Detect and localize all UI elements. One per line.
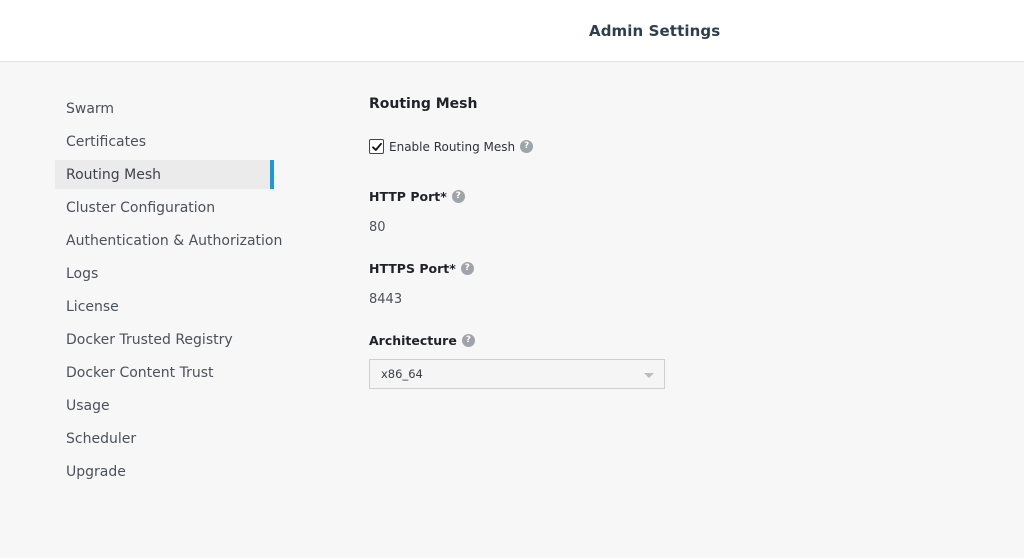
- sidebar-item-label: Certificates: [66, 133, 147, 150]
- help-icon[interactable]: ?: [460, 262, 474, 275]
- enable-routing-mesh-label: Enable Routing Mesh: [389, 139, 516, 154]
- architecture-select[interactable]: x86_64: [369, 359, 665, 389]
- sidebar-item-label: Docker Trusted Registry: [66, 331, 233, 348]
- sidebar-item-label: Scheduler: [66, 430, 137, 447]
- settings-sidebar: Swarm Certificates Routing Mesh Cluster …: [55, 94, 282, 490]
- https-port-label-text: HTTPS Port*: [369, 261, 456, 276]
- sidebar-item-logs[interactable]: Logs: [55, 259, 274, 288]
- routing-mesh-panel: Routing Mesh Enable Routing Mesh ? HTTP …: [369, 94, 789, 389]
- sidebar-item-label: Logs: [66, 265, 99, 282]
- enable-routing-mesh-checkbox[interactable]: [369, 139, 384, 154]
- architecture-label: Architecture ?: [369, 333, 475, 348]
- sidebar-item-label: Upgrade: [66, 463, 126, 480]
- sidebar-item-certificates[interactable]: Certificates: [55, 127, 274, 156]
- http-port-value: 80: [369, 220, 386, 235]
- help-icon[interactable]: ?: [461, 334, 475, 347]
- sidebar-item-swarm[interactable]: Swarm: [55, 94, 274, 123]
- https-port-label: HTTPS Port* ?: [369, 261, 474, 276]
- sidebar-item-label: Usage: [66, 397, 110, 414]
- sidebar-item-routing-mesh[interactable]: Routing Mesh: [55, 160, 274, 189]
- sidebar-item-label: Routing Mesh: [66, 166, 161, 183]
- sidebar-item-usage[interactable]: Usage: [55, 391, 274, 420]
- architecture-label-text: Architecture: [369, 333, 457, 348]
- sidebar-item-label: Authentication & Authorization: [66, 232, 283, 249]
- sidebar-item-license[interactable]: License: [55, 292, 274, 321]
- checkmark-icon: [371, 142, 382, 151]
- https-port-value: 8443: [369, 292, 403, 307]
- chevron-down-icon: [644, 373, 654, 378]
- sidebar-item-docker-trusted-registry[interactable]: Docker Trusted Registry: [55, 325, 274, 354]
- http-port-label-text: HTTP Port*: [369, 189, 447, 204]
- page-title: Admin Settings: [589, 22, 721, 40]
- sidebar-item-cluster-configuration[interactable]: Cluster Configuration: [55, 193, 274, 222]
- top-bar: Admin Settings: [0, 0, 1024, 62]
- sidebar-item-label: Docker Content Trust: [66, 364, 214, 381]
- enable-routing-mesh-row: Enable Routing Mesh ?: [369, 139, 534, 154]
- sidebar-item-authentication-authorization[interactable]: Authentication & Authorization: [55, 226, 282, 255]
- help-icon[interactable]: ?: [520, 140, 534, 153]
- sidebar-item-upgrade[interactable]: Upgrade: [55, 457, 274, 486]
- help-icon[interactable]: ?: [451, 190, 465, 203]
- sidebar-item-label: Swarm: [66, 100, 115, 117]
- sidebar-item-label: Cluster Configuration: [66, 199, 216, 216]
- http-port-label: HTTP Port* ?: [369, 189, 465, 204]
- sidebar-item-docker-content-trust[interactable]: Docker Content Trust: [55, 358, 274, 387]
- sidebar-item-label: License: [66, 298, 119, 315]
- architecture-selected-value: x86_64: [381, 367, 423, 381]
- sidebar-item-scheduler[interactable]: Scheduler: [55, 424, 274, 453]
- section-title: Routing Mesh: [369, 96, 478, 112]
